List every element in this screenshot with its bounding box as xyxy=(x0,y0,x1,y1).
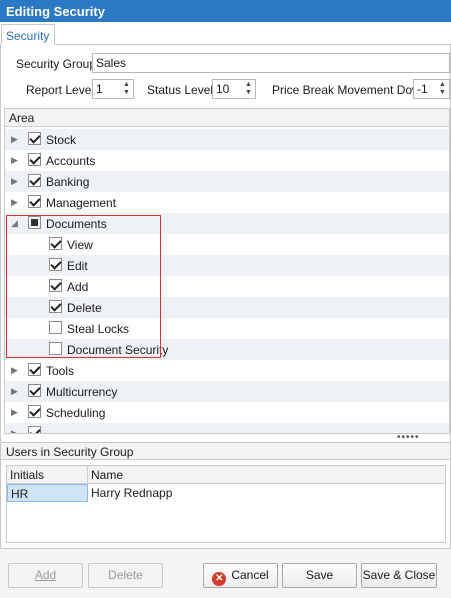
tree-row-management[interactable]: ▶ Management xyxy=(5,192,449,213)
column-header-initials[interactable]: Initials xyxy=(7,466,88,484)
cancel-button-label: Cancel xyxy=(231,568,269,582)
report-level-spinner[interactable]: 1 ▲ ▼ xyxy=(92,79,134,99)
checkbox[interactable] xyxy=(28,153,41,166)
expand-arrow-icon[interactable]: ▶ xyxy=(11,407,18,418)
expand-arrow-icon[interactable]: ▶ xyxy=(11,197,18,208)
checkbox[interactable] xyxy=(28,363,41,376)
add-button[interactable]: Add xyxy=(8,563,83,588)
tree-row-banking[interactable]: ▶ Banking xyxy=(5,171,449,192)
area-tree-grid[interactable]: Area ▶ Stock ▶ Accounts ▶ Banking ▶ Mana… xyxy=(4,108,450,434)
column-header-name[interactable]: Name xyxy=(88,466,445,484)
tab-strip: Security xyxy=(0,22,451,45)
delete-button-label: Delete xyxy=(108,568,143,582)
tree-row-tools[interactable]: ▶ Tools xyxy=(5,360,449,381)
checkbox[interactable] xyxy=(28,174,41,187)
spinner-arrows-icon[interactable]: ▲ ▼ xyxy=(122,81,131,97)
user-name-cell[interactable]: Harry Rednapp xyxy=(88,484,388,502)
add-button-label: Add xyxy=(34,568,57,582)
checkbox[interactable] xyxy=(28,426,41,433)
expand-arrow-icon[interactable]: ▶ xyxy=(11,155,18,166)
price-break-label: Price Break Movement Down xyxy=(272,83,428,97)
save-button[interactable]: Save xyxy=(282,563,357,588)
tree-row-scheduling[interactable]: ▶ Scheduling xyxy=(5,402,449,423)
user-initials-cell[interactable]: HR xyxy=(7,484,88,502)
status-level-spinner[interactable]: 10 ▲ ▼ xyxy=(212,79,256,99)
tree-row-label: Banking xyxy=(46,175,90,189)
report-level-value: 1 xyxy=(96,82,103,96)
tree-row-label: Stock xyxy=(46,133,77,147)
button-bar: Add Delete ✕ Cancel Save Save & Close xyxy=(0,548,451,598)
tree-row-label: Multicurrency xyxy=(46,385,118,399)
tree-row-label: Scheduling xyxy=(46,406,106,420)
security-group-label: Security Group xyxy=(16,57,97,71)
report-level-label: Report Level xyxy=(26,83,95,97)
documents-highlight-box xyxy=(6,215,161,358)
expand-arrow-icon[interactable]: ▶ xyxy=(11,134,18,145)
checkbox[interactable] xyxy=(28,384,41,397)
tree-row-stock[interactable]: ▶ Stock xyxy=(5,129,449,150)
tree-row-accounts[interactable]: ▶ Accounts xyxy=(5,150,449,171)
tree-row-multicurrency[interactable]: ▶ Multicurrency xyxy=(5,381,449,402)
expand-arrow-icon[interactable]: ▶ xyxy=(11,365,18,376)
status-level-label: Status Level xyxy=(147,83,214,97)
area-column-header: Area xyxy=(5,109,449,127)
tab-security[interactable]: Security xyxy=(1,24,56,45)
status-level-value: 10 xyxy=(216,82,230,96)
tree-row-label: Tools xyxy=(46,364,75,378)
expand-arrow-icon[interactable]: ▶ xyxy=(11,176,18,187)
tree-row-partial[interactable]: ▶ xyxy=(5,423,449,433)
security-group-field[interactable]: Sales xyxy=(92,53,450,73)
expand-arrow-icon[interactable]: ▶ xyxy=(11,386,18,397)
tree-row-label: Management xyxy=(46,196,117,210)
price-break-value: -1 xyxy=(417,82,428,96)
users-grid[interactable]: Initials Name HR Harry Rednapp xyxy=(6,465,446,543)
users-section-header: Users in Security Group xyxy=(1,442,450,460)
checkbox[interactable] xyxy=(28,405,41,418)
window-title: Editing Security xyxy=(0,0,451,22)
save-button-label: Save xyxy=(305,568,334,582)
save-close-button[interactable]: Save & Close xyxy=(361,563,437,588)
expand-arrow-icon[interactable]: ▶ xyxy=(11,428,18,433)
spinner-arrows-icon[interactable]: ▲ ▼ xyxy=(244,81,253,97)
checkbox[interactable] xyxy=(28,195,41,208)
cancel-x-icon: ✕ xyxy=(212,572,227,586)
save-close-button-label: Save & Close xyxy=(362,568,436,582)
spinner-arrows-icon[interactable]: ▲ ▼ xyxy=(438,81,447,97)
price-break-spinner[interactable]: -1 ▲ ▼ xyxy=(413,79,450,99)
tree-row-label: Accounts xyxy=(46,154,96,168)
checkbox[interactable] xyxy=(28,132,41,145)
cancel-button[interactable]: ✕ Cancel xyxy=(203,563,278,588)
delete-button[interactable]: Delete xyxy=(88,563,163,588)
